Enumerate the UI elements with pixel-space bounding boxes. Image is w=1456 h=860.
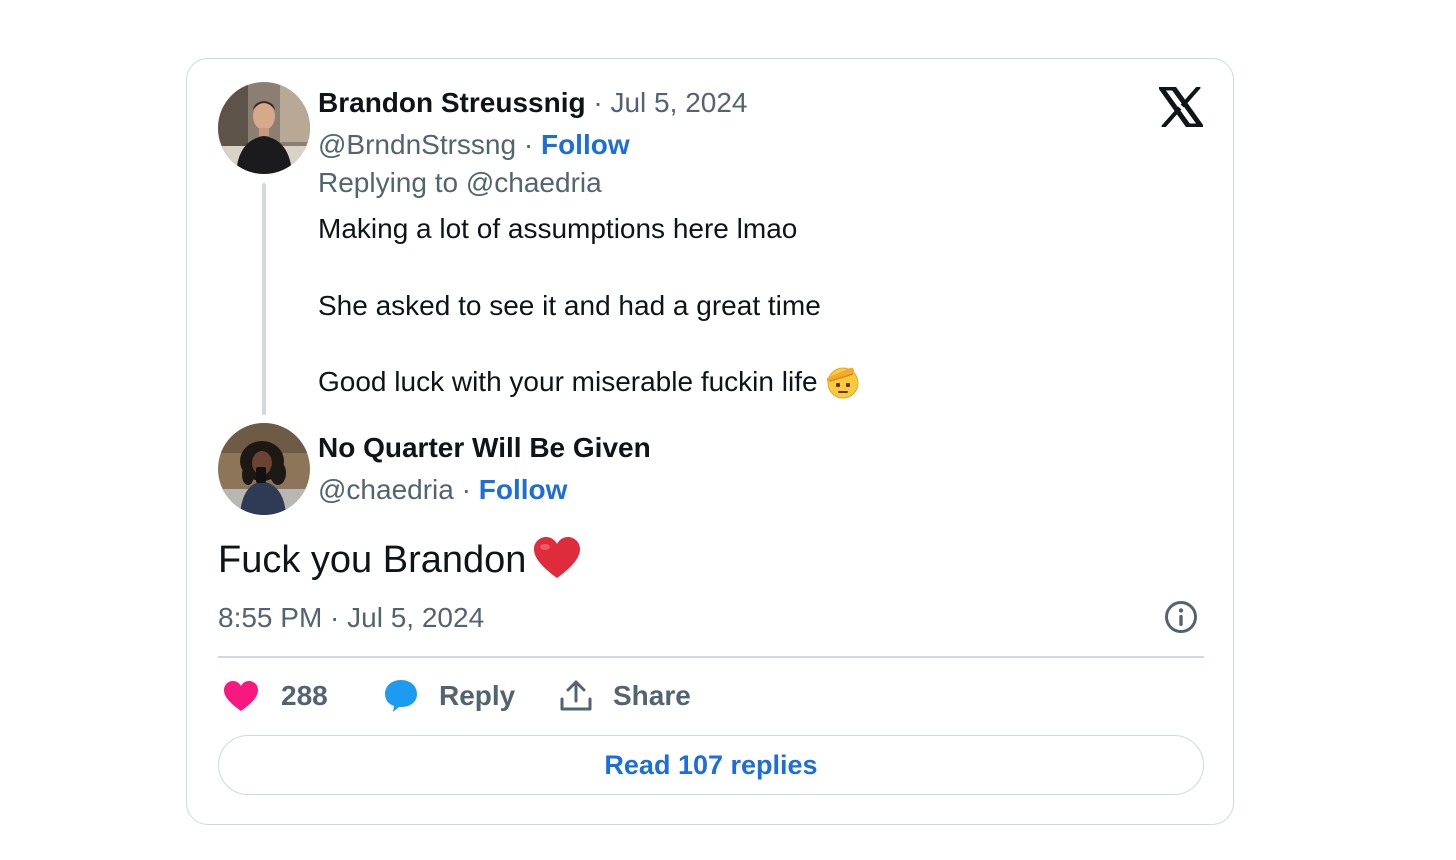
main-handle-line: @chaedria · Follow (318, 473, 567, 507)
read-replies-button[interactable]: Read 107 replies (218, 735, 1204, 795)
main-tweet-text-content: Fuck you Brandon (218, 539, 527, 581)
follow-button-brandon[interactable]: Follow (541, 129, 630, 160)
share-upload-icon (560, 680, 592, 711)
reply-author-handle[interactable]: @BrndnStrssng (318, 129, 516, 160)
reply-text-line-1: Making a lot of assumptions here lmao (318, 213, 798, 244)
follow-button-chaedria[interactable]: Follow (479, 474, 568, 505)
x-logo-icon[interactable] (1159, 87, 1203, 127)
main-tweet-timestamp[interactable]: 8:55 PM · Jul 5, 2024 (218, 601, 484, 635)
main-author-handle[interactable]: @chaedria (318, 474, 454, 505)
separator-dot: · (523, 129, 534, 160)
reply-date[interactable]: Jul 5, 2024 (610, 87, 747, 118)
reply-author-line: Brandon Streussnig · Jul 5, 2024 (318, 86, 747, 120)
reply-handle-line: @BrndnStrssng · Follow (318, 128, 630, 162)
reply-text-line-3-text: Good luck with your miserable fuckin lif… (318, 366, 818, 397)
thread-connector-line (262, 183, 266, 415)
avatar-chaedria[interactable] (218, 423, 310, 515)
separator-dot: · (593, 87, 603, 118)
reply-button[interactable]: Reply (383, 676, 515, 716)
tweet-embed-card: Brandon Streussnig · Jul 5, 2024 @BrndnS… (186, 58, 1234, 825)
like-button[interactable]: 288 (223, 676, 328, 716)
reply-text-line-3: Good luck with your miserable fuckin lif… (318, 365, 862, 400)
replying-to-text: Replying to @chaedria (318, 167, 602, 198)
reply-label: Reply (439, 680, 516, 711)
share-button[interactable]: Share (559, 676, 691, 716)
speech-bubble-icon (385, 680, 417, 712)
info-icon[interactable] (1164, 600, 1198, 634)
share-label: Share (613, 680, 691, 711)
like-count: 288 (281, 680, 328, 711)
separator-dot: · (461, 474, 471, 505)
main-author-line: No Quarter Will Be Given (318, 431, 651, 465)
heart-icon (224, 681, 258, 711)
avatar-brandon[interactable] (218, 82, 310, 174)
reply-text-line-2: She asked to see it and had a great time (318, 290, 821, 321)
reply-author-name[interactable]: Brandon Streussnig (318, 87, 586, 118)
saluting-face-emoji-icon (826, 367, 859, 399)
main-tweet-text: Fuck you Brandon (218, 536, 582, 583)
main-author-name[interactable]: No Quarter Will Be Given (318, 432, 651, 463)
red-heart-emoji-icon (534, 536, 581, 578)
actions-divider (218, 656, 1204, 658)
